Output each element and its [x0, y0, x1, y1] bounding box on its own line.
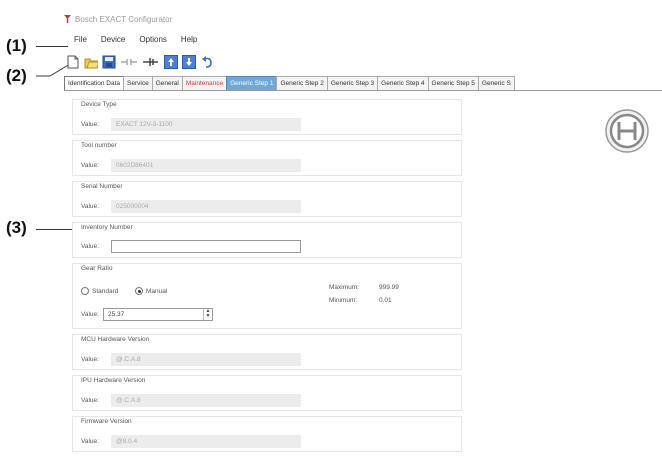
ipu-hardware-version-title: IPU Hardware Version [81, 377, 146, 384]
upload-icon[interactable] [164, 55, 178, 69]
maximum-value: 999.99 [379, 284, 399, 291]
tab-generic-step-6[interactable]: Generic S [477, 76, 515, 90]
callout-1: (1) [6, 36, 27, 55]
gear-ratio-title: Gear Ratio [81, 265, 113, 272]
value-label: Value: [81, 162, 99, 169]
disconnected-icon[interactable] [120, 55, 138, 69]
app-logo-icon [64, 15, 71, 23]
spinner-arrows-icon[interactable]: ▲ ▼ [203, 309, 212, 320]
value-label: Value: [81, 356, 99, 363]
standard-radio[interactable]: Standard [81, 287, 118, 295]
standard-radio-circle[interactable] [81, 287, 89, 295]
window-title: Bosch EXACT Configurator [75, 14, 173, 24]
value-label: Value: [81, 438, 99, 445]
new-file-icon[interactable] [66, 55, 80, 69]
standard-radio-label: Standard [92, 287, 119, 295]
firmware-version-group: Firmware Version Value: @8.0.4 [72, 416, 462, 452]
manual-radio[interactable]: Manual [135, 287, 167, 295]
download-icon[interactable] [182, 55, 196, 69]
toolbar [66, 52, 214, 72]
undo-icon[interactable] [200, 55, 214, 69]
callout-2: (2) [6, 66, 27, 85]
inventory-number-title: Inventory Number [81, 224, 133, 231]
gear-ratio-group: Gear Ratio Standard Manual Value: 25.37 … [72, 263, 462, 329]
manual-radio-label: Manual [146, 287, 168, 295]
minimum-label: Minimum: [329, 297, 358, 304]
mcu-hardware-version-field: @.C.A.8 [111, 353, 301, 366]
mcu-hardware-version-group: MCU Hardware Version Value: @.C.A.8 [72, 334, 462, 370]
device-type-group: Device Type Value: EXACT 12V-3-1100 [72, 99, 462, 135]
tab-strip: Identification Data Service General Main… [64, 76, 515, 90]
serial-number-group: Serial Number Value: 025000004 [72, 181, 462, 217]
tab-service[interactable]: Service [123, 76, 153, 90]
maximum-label: Maximum: [329, 284, 359, 291]
serial-number-title: Serial Number [81, 183, 123, 190]
connected-icon[interactable] [142, 55, 160, 69]
tool-number-field: 0602D86401 [111, 159, 301, 172]
mcu-hardware-version-title: MCU Hardware Version [81, 336, 150, 343]
menu-bar: File Device Options Help [60, 35, 197, 51]
manual-radio-circle[interactable] [135, 287, 143, 295]
value-label: Value: [81, 203, 99, 210]
device-type-title: Device Type [81, 101, 117, 108]
tab-generic-step-4[interactable]: Generic Step 4 [377, 76, 429, 90]
callout-3: (3) [6, 218, 27, 237]
ipu-hardware-version-group: IPU Hardware Version Value: @.C.A.8 [72, 375, 462, 411]
serial-number-field: 025000004 [111, 200, 301, 213]
menu-file[interactable]: File [74, 35, 87, 51]
inventory-number-input[interactable] [111, 240, 301, 253]
tab-generic-step-3[interactable]: Generic Step 3 [326, 76, 379, 90]
menu-help[interactable]: Help [181, 35, 197, 51]
open-folder-icon[interactable] [84, 55, 98, 69]
save-icon[interactable] [102, 55, 116, 69]
gear-ratio-value: 25.37 [108, 311, 125, 318]
value-label: Value: [81, 311, 99, 318]
tab-generic-step-1[interactable]: Generic Step 1 [226, 76, 278, 90]
menu-options[interactable]: Options [139, 35, 167, 51]
firmware-version-title: Firmware Version [81, 418, 132, 425]
ipu-hardware-version-field: @.C.A.8 [111, 394, 301, 407]
bosch-logo-icon [605, 109, 649, 153]
device-type-field: EXACT 12V-3-1100 [111, 118, 301, 131]
inventory-number-group: Inventory Number Value: [72, 222, 462, 258]
tab-general[interactable]: General [151, 76, 183, 90]
window-title-bar: Bosch EXACT Configurator [64, 11, 172, 27]
tool-number-group: Tool number Value: 0602D86401 [72, 140, 462, 176]
tool-number-title: Tool number [81, 142, 117, 149]
value-label: Value: [81, 243, 99, 250]
value-label: Value: [81, 121, 99, 128]
tab-maintenance[interactable]: Maintenance [181, 76, 228, 90]
menu-device[interactable]: Device [101, 35, 125, 51]
firmware-version-field: @8.0.4 [111, 435, 301, 448]
value-label: Value: [81, 397, 99, 404]
tab-identification-data[interactable]: Identification Data [64, 76, 125, 90]
minimum-value: 0.01 [379, 297, 392, 304]
tab-generic-step-2[interactable]: Generic Step 2 [276, 76, 328, 90]
gear-ratio-spinbox[interactable]: 25.37 ▲ ▼ [103, 308, 213, 321]
tab-generic-step-5[interactable]: Generic Step 5 [427, 76, 479, 90]
